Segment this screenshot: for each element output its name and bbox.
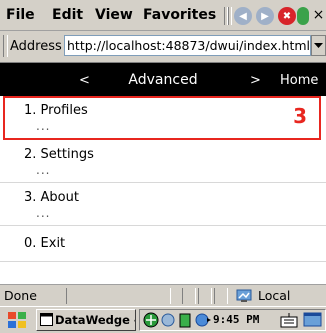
status-pane [66,288,171,304]
menu-view[interactable]: View [95,0,133,30]
menu-item-about[interactable]: 3. About ... [0,183,326,226]
refresh-icon[interactable] [297,7,309,25]
app-window-icon [40,313,53,326]
menu-edit[interactable]: Edit [52,0,83,30]
desktop-icon[interactable] [303,312,323,328]
address-input[interactable]: http://localhost:48873/dwui/index.html?m [64,35,311,56]
menu-list: 1. Profiles ... 3 2. Settings ... 3. Abo… [0,96,326,296]
back-icon[interactable]: ◀ [234,7,252,25]
intranet-zone-icon [236,289,252,302]
clock[interactable]: 9:45 PM [213,310,259,330]
taskbar: DataWedge - ... 9:45 PM [0,306,326,333]
address-dropdown-button[interactable] [311,35,326,56]
network-icon[interactable] [143,312,159,328]
menu-item-exit[interactable]: 0. Exit [0,226,326,262]
menu-item-profiles[interactable]: 1. Profiles ... 3 [3,96,321,140]
status-pane [198,288,212,304]
status-bar: Done Local intranet [0,284,326,325]
chevron-down-icon [314,42,323,48]
nav-back-link[interactable]: < [79,63,90,98]
menu-item-label: 2. Settings [24,147,94,162]
battery-icon[interactable] [178,312,192,328]
page-title: Advanced [128,72,198,88]
menu-item-label: 3. About [24,190,79,205]
menu-file[interactable]: File [6,0,35,30]
menu-favorites[interactable]: Favorites [143,0,216,30]
windows-start-icon[interactable] [7,311,27,329]
menu-item-settings[interactable]: 2. Settings ... [0,140,326,183]
close-button[interactable]: × [311,0,326,30]
address-label: Address [10,39,62,54]
menu-item-label: 0. Exit [24,236,66,251]
nav-forward-link[interactable]: > [250,63,261,98]
page-header: Advanced < > Home [0,63,326,96]
toolbar-separator [228,7,232,25]
system-tray: 9:45 PM [139,309,326,331]
toolbar-grip[interactable] [3,35,8,57]
taskbar-button-label: DataWedge - ... [55,313,135,327]
keyboard-icon[interactable] [280,312,298,328]
menu-item-sub: ... [36,206,51,220]
menu-item-sub: ... [36,119,51,133]
forward-icon[interactable]: ▶ [256,7,274,25]
status-text: Done [4,288,37,303]
taskbar-button-datawedge[interactable]: DataWedge - ... [36,309,136,331]
selection-badge: 3 [293,104,307,128]
sync-icon[interactable] [160,312,176,328]
stop-icon[interactable]: ✖ [278,7,296,25]
menu-bar: File Edit View Favorites ◀ ▶ ✖ × [0,0,326,31]
status-pane [182,288,196,304]
status-pane [214,288,228,304]
internet-explorer-icon[interactable] [194,312,212,328]
nav-home-link[interactable]: Home [280,63,318,98]
menu-item-label: 1. Profiles [24,103,88,118]
address-bar: Address http://localhost:48873/dwui/inde… [0,31,326,63]
menu-item-sub: ... [36,163,51,177]
